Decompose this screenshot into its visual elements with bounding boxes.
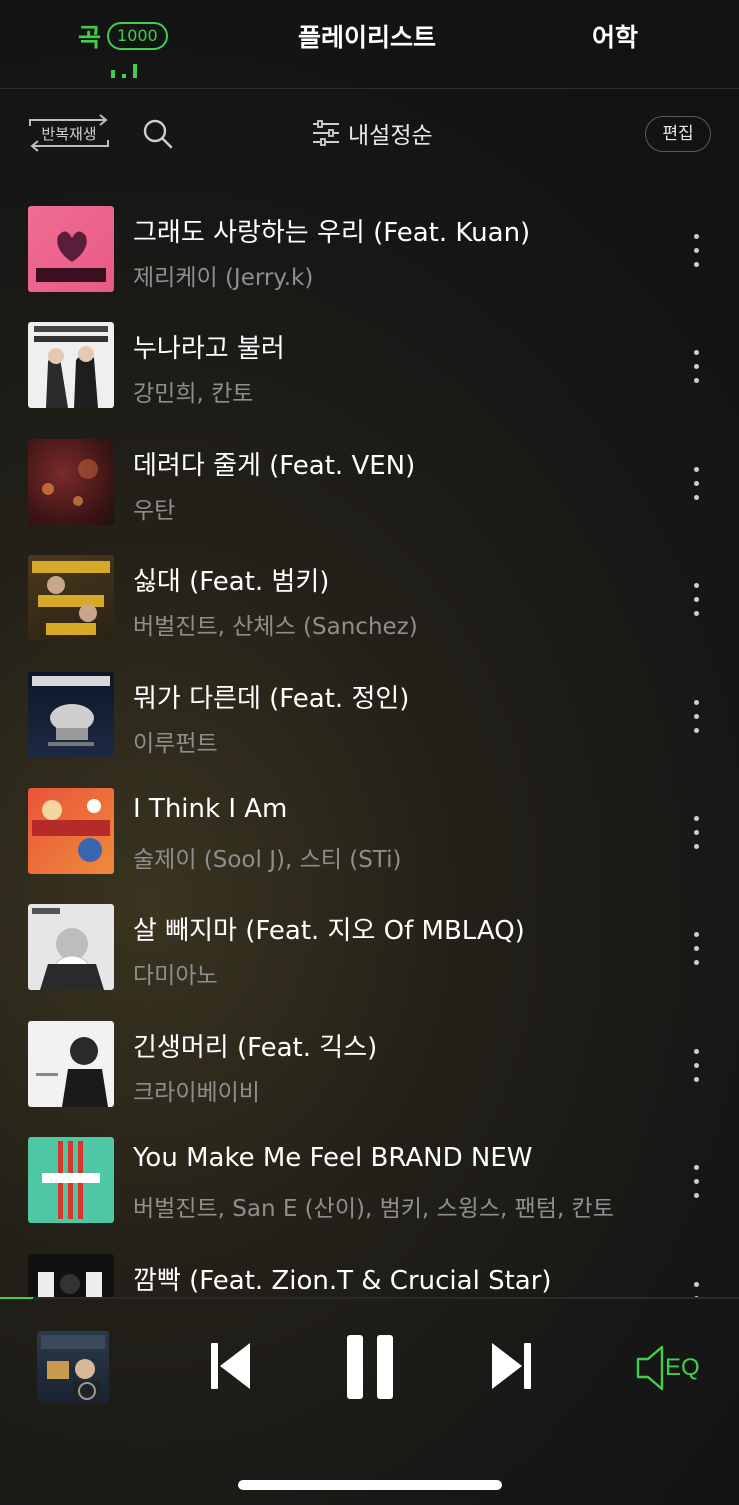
song-row[interactable]: 뭐가 다른데 (Feat. 정인) 이루펀트: [0, 656, 739, 772]
song-row[interactable]: You Make Me Feel BRAND NEW 버벌진트, San E (…: [0, 1121, 739, 1237]
more-vertical-icon[interactable]: [690, 583, 704, 617]
more-vertical-icon[interactable]: [690, 932, 704, 966]
album-art: [28, 322, 114, 409]
more-vertical-icon[interactable]: [690, 350, 704, 384]
album-art: [28, 438, 114, 525]
song-list: 그래도 사랑하는 우리 (Feat. Kuan) 제리케이 (Jerry.k) …: [0, 190, 739, 1298]
more-vertical-icon[interactable]: [690, 815, 704, 850]
search-icon: [143, 119, 173, 149]
song-title: 살 빼지마 (Feat. 지오 Of MBLAQ): [133, 916, 525, 947]
song-row[interactable]: I Think I Am 술제이 (Sool J), 스티 (STi): [0, 772, 739, 888]
home-indicator[interactable]: [238, 1480, 502, 1490]
album-art: [28, 555, 114, 642]
sort-label: 내설정순: [348, 123, 433, 149]
skip-previous-icon[interactable]: [208, 1333, 254, 1399]
song-artist: 버벌진트, 산체스 (Sanchez): [133, 614, 418, 641]
song-title: 긴생머리 (Feat. 긱스): [133, 1032, 378, 1063]
repeat-button[interactable]: 반복재생: [28, 112, 110, 154]
songs-count-badge: 1000: [107, 22, 168, 50]
album-art: [28, 1253, 114, 1298]
more-vertical-icon[interactable]: [690, 1048, 704, 1083]
sort-button[interactable]: 내설정순: [312, 116, 433, 150]
song-title: 싫대 (Feat. 범키): [133, 567, 330, 598]
album-art: [28, 1137, 114, 1224]
list-toolbar: 반복재생 내설정순 편집: [0, 100, 739, 170]
top-tab-bar: 곡 1000 플레이리스트 어학: [0, 0, 739, 89]
song-row[interactable]: 긴생머리 (Feat. 긱스) 크라이베이비: [0, 1005, 739, 1121]
song-title: 뭐가 다른데 (Feat. 정인): [133, 683, 410, 714]
eq-label: EQ: [665, 1354, 700, 1381]
album-art: [28, 671, 114, 758]
more-vertical-icon[interactable]: [690, 466, 704, 501]
song-row[interactable]: 누나라고 불러 강민희, 칸토: [0, 306, 739, 422]
mini-player: EQ: [0, 1299, 739, 1505]
eq-button[interactable]: EQ: [636, 1343, 706, 1397]
more-vertical-icon[interactable]: [690, 1281, 704, 1298]
song-artist: 다미아노: [133, 963, 218, 990]
more-vertical-icon[interactable]: [690, 234, 704, 268]
tab-playlist[interactable]: 플레이리스트: [298, 18, 436, 54]
pause-icon[interactable]: [345, 1333, 397, 1403]
album-art: [28, 206, 114, 292]
song-artist: 술제이 (Sool J), 스티 (STi): [133, 846, 402, 873]
song-title: 데려다 줄게 (Feat. VEN): [133, 450, 416, 481]
sliders-icon: [313, 120, 339, 146]
album-art: [28, 787, 114, 874]
search-button[interactable]: [142, 118, 174, 150]
album-art: [28, 1020, 114, 1107]
song-row[interactable]: 깜빡 (Feat. Zion.T & Crucial Star): [0, 1238, 739, 1298]
song-artist: 우탄: [133, 497, 176, 524]
now-playing-album-art[interactable]: [37, 1331, 109, 1403]
more-vertical-icon[interactable]: [690, 699, 704, 734]
eq-speaker-icon: EQ: [636, 1345, 700, 1391]
song-row[interactable]: 그래도 사랑하는 우리 (Feat. Kuan) 제리케이 (Jerry.k): [0, 190, 739, 306]
song-row[interactable]: 데려다 줄게 (Feat. VEN) 우탄: [0, 423, 739, 539]
song-title: 누나라고 불러: [133, 334, 285, 365]
song-artist: 이루펀트: [133, 730, 218, 757]
song-title: 깜빡 (Feat. Zion.T & Crucial Star): [133, 1265, 552, 1296]
tab-songs[interactable]: 곡 1000: [78, 18, 168, 54]
song-row[interactable]: 싫대 (Feat. 범키) 버벌진트, 산체스 (Sanchez): [0, 539, 739, 655]
song-title: You Make Me Feel BRAND NEW: [133, 1143, 533, 1174]
skip-next-icon[interactable]: [488, 1333, 534, 1399]
song-artist: 강민희, 칸토: [133, 381, 254, 408]
song-title: 그래도 사랑하는 우리 (Feat. Kuan): [133, 218, 531, 248]
edit-button[interactable]: 편집: [645, 116, 711, 152]
tab-language[interactable]: 어학: [592, 18, 638, 54]
now-playing-bars-icon: [111, 62, 137, 78]
song-artist: 제리케이 (Jerry.k): [133, 265, 314, 291]
more-vertical-icon[interactable]: [690, 1165, 704, 1199]
song-title: I Think I Am: [133, 793, 288, 824]
song-row[interactable]: 살 빼지마 (Feat. 지오 Of MBLAQ) 다미아노: [0, 888, 739, 1004]
album-art: [28, 904, 114, 991]
song-artist: 크라이베이비: [133, 1079, 260, 1106]
song-artist: 버벌진트, San E (산이), 범키, 스윙스, 팬텀, 칸토: [133, 1196, 614, 1223]
tab-songs-label: 곡: [78, 23, 102, 52]
repeat-label: 반복재생: [41, 125, 97, 143]
